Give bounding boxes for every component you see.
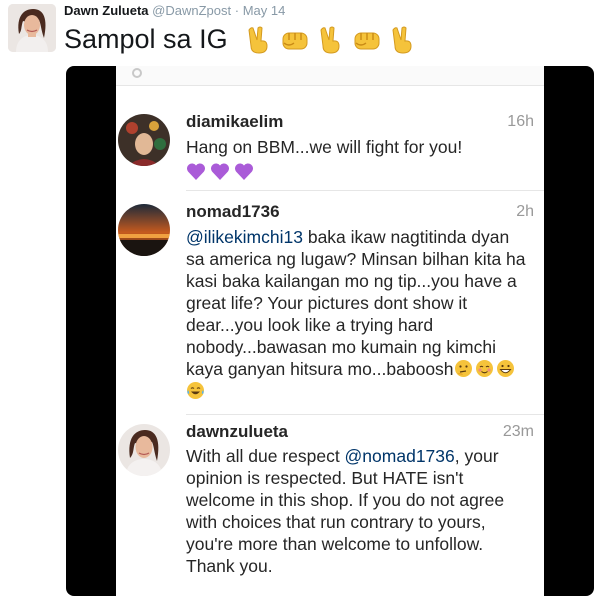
victory-hand-icon [316, 25, 346, 55]
purple-heart-icon [186, 162, 206, 181]
fist-icon [352, 25, 382, 55]
comment-username[interactable]: diamikaelim [186, 112, 283, 132]
comment-text: Hang on BBM...we will fight for you! [186, 137, 463, 157]
comment-time: 2h [516, 203, 534, 220]
comment-time: 23m [502, 423, 534, 440]
cropped-top-bar [116, 66, 544, 86]
search-icon [132, 68, 142, 78]
tweet-text-row: Sampol sa IG [64, 24, 418, 55]
author-avatar[interactable] [8, 4, 56, 52]
victory-hand-icon [244, 25, 274, 55]
thinking-face-icon [454, 359, 473, 378]
instagram-screenshot: diamikaelim 16h Hang on BBM...we will fi… [116, 66, 544, 596]
comment-body: @ilikekimchi13 baka ikaw nagtitinda dyan… [186, 226, 531, 402]
commenter-avatar[interactable] [118, 424, 170, 476]
comment-username[interactable]: dawnzulueta [186, 422, 288, 442]
comment-time: 16h [507, 113, 534, 130]
purple-heart-icon [210, 162, 230, 181]
tweet-text: Sampol sa IG [64, 24, 228, 54]
comment-mention[interactable]: @ilikekimchi13 [186, 227, 303, 247]
tweet-date[interactable]: May 14 [243, 3, 286, 18]
comment-divider [186, 190, 544, 191]
header-separator: · [234, 3, 240, 18]
comment-mention[interactable]: @nomad1736 [345, 446, 455, 466]
comment-divider [186, 414, 544, 415]
author-name[interactable]: Dawn Zulueta [64, 3, 149, 18]
victory-hand-icon [388, 25, 418, 55]
tweet-media-image[interactable]: diamikaelim 16h Hang on BBM...we will fi… [66, 66, 594, 596]
comment-username[interactable]: nomad1736 [186, 202, 280, 222]
comment-text: baka ikaw nagtitinda dyan sa america ng … [186, 227, 526, 379]
author-handle[interactable]: @DawnZpost [152, 3, 231, 18]
fist-icon [280, 25, 310, 55]
tweet: Dawn Zulueta @DawnZpost · May 14 Sampol … [0, 0, 603, 600]
commenter-avatar[interactable] [118, 114, 170, 166]
comment-body: With all due respect @nomad1736, your op… [186, 445, 531, 577]
purple-heart-icon [234, 162, 254, 181]
comment-body: Hang on BBM...we will fight for you! [186, 136, 531, 181]
tweet-emoji-row [244, 25, 418, 55]
grin-face-icon [496, 359, 515, 378]
blush-face-icon [475, 359, 494, 378]
tears-of-joy-face-icon [186, 381, 205, 400]
tweet-header: Dawn Zulueta @DawnZpost · May 14 [64, 3, 285, 18]
commenter-avatar[interactable] [118, 204, 170, 256]
heart-emoji-row [186, 162, 531, 181]
comment-text-before: With all due respect [186, 446, 345, 466]
